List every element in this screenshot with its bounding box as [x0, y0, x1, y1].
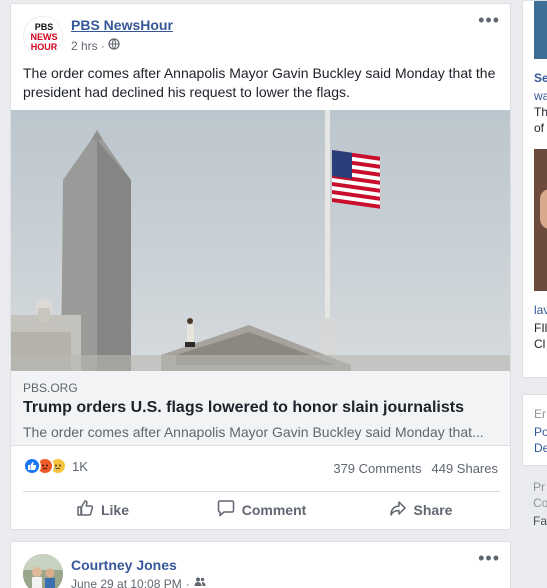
comment-icon	[217, 499, 235, 520]
shares-count[interactable]: 449 Shares	[432, 461, 499, 476]
post-action-bar: Like Comment Share	[23, 491, 500, 527]
like-label: Like	[100, 501, 129, 518]
thumbs-up-icon	[76, 499, 94, 520]
pbs-newshour-avatar[interactable]: PBS NEWS HOUR	[23, 16, 63, 56]
sidebar-text: FIl	[534, 321, 547, 335]
share-arrow-icon	[389, 499, 407, 520]
sidebar-text[interactable]: wa	[534, 89, 547, 103]
news-feed-post: Courtney Jones June 29 at 10:08 PM · •••	[10, 541, 511, 588]
link-preview[interactable]: PBS.ORG Trump orders U.S. flags lowered …	[11, 371, 510, 446]
like-reaction-icon	[23, 457, 41, 475]
post-options-button[interactable]: •••	[478, 11, 500, 29]
separator-dot: ·	[100, 38, 105, 53]
comments-count[interactable]: 379 Comments	[333, 461, 421, 476]
post-options-button[interactable]: •••	[478, 549, 500, 567]
sidebar-text: Er	[534, 407, 546, 421]
post-timestamp[interactable]: 2 hrs	[71, 39, 98, 53]
sidebar-text: Pr	[533, 480, 545, 494]
svg-text:PBS: PBS	[35, 22, 54, 32]
like-button[interactable]: Like	[23, 492, 182, 527]
svg-text:HOUR: HOUR	[31, 42, 58, 52]
page-name-link[interactable]: PBS NewsHour	[71, 17, 173, 33]
sidebar-footer: Pr Co Fa	[522, 474, 547, 534]
user-name-link[interactable]: Courtney Jones	[71, 557, 177, 573]
reactions-summary[interactable]: 1K	[23, 457, 88, 475]
post-header: PBS NEWS HOUR PBS NewsHour 2 hrs · •••	[11, 4, 510, 59]
sidebar-text: Th	[534, 105, 547, 119]
separator-dot: ·	[185, 576, 190, 588]
sidebar-thumbnail[interactable]	[534, 1, 547, 59]
sidebar-text: Fa	[533, 514, 547, 528]
comment-label: Comment	[241, 501, 307, 518]
sidebar-text[interactable]: lav	[534, 303, 547, 317]
link-domain: PBS.ORG	[23, 381, 78, 395]
sidebar-card: Se wa Th of lav FIl Cl	[522, 0, 547, 378]
right-sidebar: Se wa Th of lav FIl Cl Er Po De Pr Co Fa	[522, 0, 547, 588]
comment-button[interactable]: Comment	[182, 492, 341, 527]
post-timestamp[interactable]: June 29 at 10:08 PM	[71, 577, 182, 588]
link-title[interactable]: Trump orders U.S. flags lowered to honor…	[23, 399, 464, 417]
engagement-counts: 379 Comments 449 Shares	[333, 461, 498, 476]
sidebar-text[interactable]: Po	[534, 425, 547, 439]
sidebar-text: Co	[533, 496, 547, 510]
post-meta: 2 hrs ·	[71, 38, 120, 53]
sidebar-text[interactable]: De	[534, 441, 547, 455]
user-avatar[interactable]	[23, 554, 63, 588]
sidebar-card: Er Po De	[522, 394, 547, 466]
sidebar-text: of	[534, 121, 545, 135]
friends-icon	[194, 576, 206, 588]
post-photo[interactable]	[11, 110, 510, 371]
sidebar-thumbnail[interactable]	[534, 149, 547, 291]
share-button[interactable]: Share	[341, 492, 500, 527]
share-label: Share	[413, 501, 453, 518]
link-description: The order comes after Annapolis Mayor Ga…	[23, 424, 484, 440]
svg-text:NEWS: NEWS	[31, 32, 58, 42]
news-feed-post: PBS NEWS HOUR PBS NewsHour 2 hrs · ••• T…	[10, 3, 511, 530]
globe-icon	[108, 38, 120, 53]
sidebar-text[interactable]: Se	[534, 71, 547, 85]
sidebar-text: Cl	[534, 337, 546, 351]
reaction-count[interactable]: 1K	[72, 459, 88, 474]
post-text: The order comes after Annapolis Mayor Ga…	[23, 65, 496, 100]
post-meta: June 29 at 10:08 PM ·	[71, 576, 206, 588]
